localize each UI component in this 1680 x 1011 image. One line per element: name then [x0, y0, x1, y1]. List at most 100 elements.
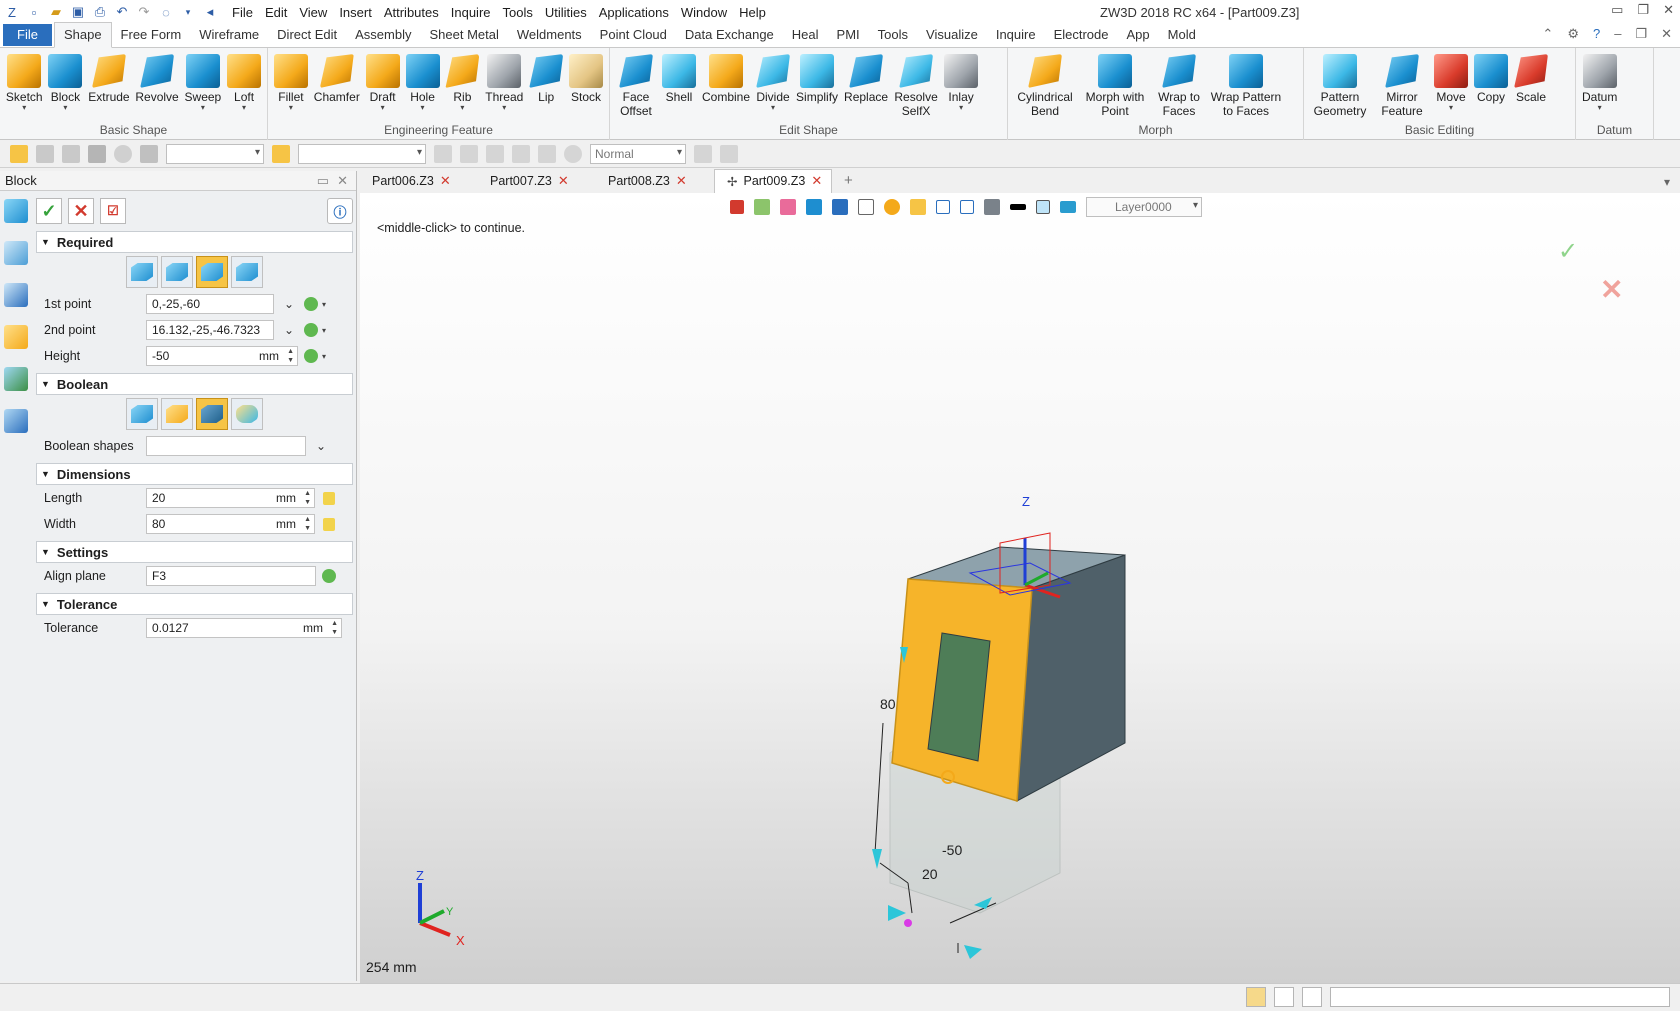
- lock-icon[interactable]: [323, 517, 335, 531]
- pick-point-icon[interactable]: [304, 297, 318, 311]
- apply-button[interactable]: ☑: [100, 198, 126, 224]
- restore-icon[interactable]: ❐: [1637, 2, 1649, 18]
- pick-point-icon[interactable]: [304, 349, 318, 363]
- tab-sheet-metal[interactable]: Sheet Metal: [421, 23, 508, 47]
- tab-tools[interactable]: Tools: [869, 23, 917, 47]
- pick-cursor-icon[interactable]: [10, 144, 28, 163]
- tab-file[interactable]: File: [3, 24, 52, 46]
- command-input[interactable]: [1330, 987, 1670, 1007]
- lasso-icon[interactable]: [114, 144, 132, 163]
- filter-combo[interactable]: [166, 143, 264, 164]
- doc-close-icon[interactable]: ✕: [1661, 26, 1672, 42]
- box-select-icon[interactable]: [88, 144, 106, 163]
- boolean-intersect-option[interactable]: [231, 398, 263, 430]
- section-settings[interactable]: ▼ Settings: [36, 541, 353, 563]
- tab-pmi[interactable]: PMI: [828, 23, 869, 47]
- doc-tab-part009[interactable]: ✢ Part009.Z3 ✕: [714, 169, 832, 193]
- user-icon[interactable]: [4, 409, 28, 433]
- visual-manager-icon[interactable]: [4, 367, 28, 391]
- tab-weldments[interactable]: Weldments: [508, 23, 591, 47]
- menu-insert[interactable]: Insert: [333, 5, 378, 20]
- save-icon[interactable]: ▣: [70, 4, 86, 20]
- pointer-icon[interactable]: [694, 144, 712, 163]
- history-tree-icon[interactable]: [4, 241, 28, 265]
- snap-icon[interactable]: [272, 144, 290, 163]
- boolean-add-option[interactable]: [161, 398, 193, 430]
- spinner-icon[interactable]: ▲ ▼: [287, 347, 294, 365]
- align-plane-field[interactable]: F3: [146, 566, 316, 586]
- pick-plane-icon[interactable]: [322, 569, 336, 583]
- print-icon[interactable]: ⎙: [92, 4, 108, 20]
- render-icon[interactable]: [564, 144, 582, 163]
- menu-applications[interactable]: Applications: [593, 5, 675, 20]
- tab-heal[interactable]: Heal: [783, 23, 828, 47]
- tab-electrode[interactable]: Electrode: [1045, 23, 1118, 47]
- doc-tab-part006[interactable]: Part006.Z3 ✕: [360, 170, 478, 193]
- width-field[interactable]: 80 mm ▲ ▼: [146, 514, 315, 534]
- status-toggle-icon[interactable]: [1246, 987, 1266, 1007]
- assembly-tree-icon[interactable]: [4, 283, 28, 307]
- redo-icon[interactable]: ↷: [136, 4, 152, 20]
- align-left-icon[interactable]: [434, 144, 452, 163]
- tab-close-icon[interactable]: ✕: [440, 173, 451, 189]
- tab-shape[interactable]: Shape: [53, 22, 112, 48]
- menu-inquire[interactable]: Inquire: [445, 5, 497, 20]
- cross-pick-icon[interactable]: [36, 144, 54, 163]
- ok-button[interactable]: ✓: [36, 198, 62, 224]
- tab-assembly[interactable]: Assembly: [346, 23, 420, 47]
- tab-point-cloud[interactable]: Point Cloud: [591, 23, 676, 47]
- section-dimensions[interactable]: ▼ Dimensions: [36, 463, 353, 485]
- feature-icon[interactable]: [4, 199, 28, 223]
- reset-view-icon[interactable]: ◌: [158, 4, 174, 20]
- gear-settings-icon[interactable]: [720, 144, 738, 163]
- block-type-two-points-option[interactable]: [196, 256, 228, 288]
- render-mode-select[interactable]: Normal: [590, 143, 686, 164]
- distribute-icon[interactable]: [512, 144, 530, 163]
- pick-dropdown-icon[interactable]: ▾: [322, 300, 326, 309]
- tab-close-icon[interactable]: ✕: [811, 173, 822, 189]
- first-point-field[interactable]: 0,-25,-60: [146, 294, 274, 314]
- pick-dropdown-icon[interactable]: ▾: [322, 352, 326, 361]
- block-type-three-points-option[interactable]: [231, 256, 263, 288]
- screen-icon[interactable]: [1274, 987, 1294, 1007]
- menu-edit[interactable]: Edit: [259, 5, 293, 20]
- section-tolerance[interactable]: ▼ Tolerance: [36, 593, 353, 615]
- menu-utilities[interactable]: Utilities: [539, 5, 593, 20]
- align-center-icon[interactable]: [460, 144, 478, 163]
- tab-close-icon[interactable]: ✕: [676, 173, 687, 189]
- tab-data-exchange[interactable]: Data Exchange: [676, 23, 783, 47]
- cancel-button[interactable]: ✕: [68, 198, 94, 224]
- boolean-remove-option[interactable]: [196, 398, 228, 430]
- origin-point-handle[interactable]: [904, 919, 912, 927]
- doc-minimize-icon[interactable]: –: [1614, 26, 1621, 42]
- open-folder-icon[interactable]: ▰: [48, 4, 64, 20]
- doc-restore-icon[interactable]: ❐: [1635, 26, 1647, 42]
- tab-app[interactable]: App: [1118, 23, 1159, 47]
- menu-attributes[interactable]: Attributes: [378, 5, 445, 20]
- collapse-arrow-icon[interactable]: ◂: [202, 4, 218, 20]
- menu-view[interactable]: View: [293, 5, 333, 20]
- undo-icon[interactable]: ↶: [114, 4, 130, 20]
- close-icon[interactable]: ✕: [1663, 2, 1674, 18]
- menu-tools[interactable]: Tools: [497, 5, 539, 20]
- line-pick-icon[interactable]: [62, 144, 80, 163]
- boolean-base-option[interactable]: [126, 398, 158, 430]
- snap-combo[interactable]: [298, 143, 426, 164]
- drag-handle-arrow[interactable]: [964, 945, 982, 959]
- doc-tab-part008[interactable]: Part008.Z3 ✕: [596, 170, 714, 193]
- spinner-icon[interactable]: ▲ ▼: [304, 489, 311, 507]
- settings-gear-icon[interactable]: ⚙: [1567, 26, 1579, 42]
- section-required[interactable]: ▼ Required: [36, 231, 353, 253]
- tab-visualize[interactable]: Visualize: [917, 23, 987, 47]
- minimize-icon[interactable]: ▭: [1611, 2, 1623, 18]
- tolerance-field[interactable]: 0.0127 mm ▲ ▼: [146, 618, 342, 638]
- new-tab-icon[interactable]: +: [832, 169, 865, 193]
- length-field[interactable]: 20 mm ▲ ▼: [146, 488, 315, 508]
- spinner-icon[interactable]: ▲ ▼: [304, 515, 311, 533]
- drag-handle-arrow[interactable]: [872, 849, 882, 869]
- section-boolean[interactable]: ▼ Boolean: [36, 373, 353, 395]
- pick-point-icon[interactable]: [304, 323, 318, 337]
- drag-handle-arrow[interactable]: [888, 905, 906, 921]
- expand-chevron-icon[interactable]: ⌄: [280, 297, 298, 311]
- help-icon[interactable]: ?: [1593, 26, 1600, 42]
